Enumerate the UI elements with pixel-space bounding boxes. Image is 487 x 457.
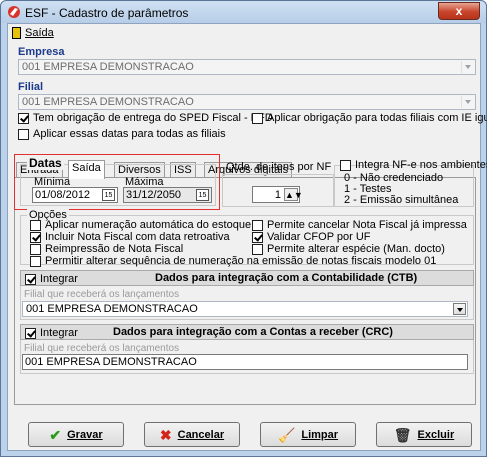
- window: ESF - Cadastro de parâmetros x Saída Emp…: [0, 0, 487, 457]
- apply-ie-label: Aplicar obrigação para todas filiais com…: [267, 112, 487, 124]
- checkbox-box: [30, 255, 41, 267]
- checkbox-box: [30, 219, 41, 231]
- apply-dates-label: Aplicar essas datas para todas as filiai…: [33, 128, 226, 140]
- trash-icon: 🗑: [393, 426, 412, 443]
- highlight-box: [14, 154, 220, 210]
- opt-retroactive-label: Incluir Nota Fiscal com data retroativa: [45, 231, 230, 243]
- stepper-arrows-icon[interactable]: ▲▼: [284, 188, 303, 201]
- delete-button[interactable]: 🗑 Excluir: [376, 422, 472, 447]
- opt-cancel-printed-label: Permite cancelar Nota Fiscal já impressa: [267, 219, 467, 231]
- opt-validate-cfop-label: Validar CFOP por UF: [267, 231, 371, 243]
- opt-change-sequence-label: Permitir alterar sequência de numeração …: [45, 255, 437, 267]
- ctb-integrar-label: Integrar: [40, 273, 78, 285]
- checkbox-box: [30, 243, 41, 255]
- cancel-label: Cancelar: [177, 428, 225, 441]
- sped-checkbox[interactable]: Tem obrigação de entrega do SPED Fiscal …: [18, 112, 273, 124]
- crc-filial-field[interactable]: 001 EMPRESA DEMONSTRACAO: [22, 354, 468, 370]
- opt-change-species-label: Permite alterar espécie (Man. docto): [267, 243, 445, 255]
- qtd-stepper[interactable]: 1 ▲▼: [252, 186, 303, 203]
- opt-cancel-printed[interactable]: Permite cancelar Nota Fiscal já impressa: [252, 219, 467, 231]
- opt-retroactive[interactable]: Incluir Nota Fiscal com data retroativa: [30, 231, 230, 243]
- exit-icon: [12, 27, 21, 39]
- checkbox-box: [252, 112, 263, 124]
- chevron-down-icon: [461, 96, 474, 108]
- clear-button[interactable]: 🧹 Limpar: [260, 422, 356, 447]
- ctb-header: Integrar Dados para integração com a Con…: [20, 270, 474, 286]
- title-bar: ESF - Cadastro de parâmetros x: [1, 1, 486, 23]
- cancel-button[interactable]: ✖ Cancelar: [144, 422, 240, 447]
- tab-saida-label: Saída: [72, 162, 101, 174]
- crc-filial-value: 001 EMPRESA DEMONSTRACAO: [25, 356, 197, 368]
- delete-label: Excluir: [417, 428, 455, 441]
- ctb-hint: Filial que receberá os lançamentos: [24, 289, 180, 300]
- client-area: Saída Empresa 001 EMPRESA DEMONSTRACAO F…: [7, 23, 487, 452]
- chevron-down-icon: [461, 61, 474, 73]
- qtd-value: 1: [274, 189, 281, 201]
- menu-exit[interactable]: Saída: [12, 26, 54, 40]
- checkbox-box: [18, 112, 29, 124]
- opt-auto-numbering[interactable]: Aplicar numeração automática do estoque: [30, 219, 251, 231]
- apply-dates-checkbox[interactable]: Aplicar essas datas para todas as filiai…: [18, 128, 226, 140]
- crc-integrar-label: Integrar: [40, 327, 78, 339]
- filial-value: 001 EMPRESA DEMONSTRACAO: [22, 96, 194, 108]
- nfe-checkbox[interactable]: Integra NF-e nos ambientes: [340, 159, 487, 171]
- crc-header: Integrar Dados para integração com a Con…: [20, 324, 474, 340]
- opt-change-species[interactable]: Permite alterar espécie (Man. docto): [252, 243, 445, 255]
- save-button[interactable]: ✔ Gravar: [28, 422, 124, 447]
- close-button[interactable]: x: [438, 2, 480, 20]
- save-label: Gravar: [67, 428, 103, 441]
- clear-label: Limpar: [301, 428, 339, 441]
- sped-label: Tem obrigação de entrega do SPED Fiscal …: [33, 112, 273, 124]
- opt-auto-numbering-label: Aplicar numeração automática do estoque: [45, 219, 252, 231]
- opt-reprint-label: Reimpressão de Nota Fiscal: [45, 243, 184, 255]
- crc-integrar-checkbox[interactable]: Integrar: [25, 327, 78, 339]
- tab-saida[interactable]: Saída: [68, 160, 105, 179]
- broom-icon: 🧹: [277, 426, 296, 443]
- opt-validate-cfop[interactable]: Validar CFOP por UF: [252, 231, 371, 243]
- checkbox-box: [252, 219, 263, 231]
- chevron-down-icon[interactable]: [453, 303, 466, 315]
- check-icon: ✔: [49, 426, 62, 443]
- close-icon: x: [455, 4, 463, 18]
- button-bar: ✔ Gravar ✖ Cancelar 🧹 Limpar 🗑 Excluir: [8, 420, 480, 452]
- checkbox-box: [25, 327, 36, 339]
- menu-exit-label: Saída: [25, 27, 54, 39]
- filial-select[interactable]: 001 EMPRESA DEMONSTRACAO: [18, 94, 476, 110]
- nfe-option-2: 2 - Emissão simultânea: [344, 194, 459, 206]
- ctb-title: Dados para integração com a Contabilidad…: [155, 272, 418, 284]
- ctb-integrar-checkbox[interactable]: Integrar: [25, 273, 78, 285]
- app-icon: [8, 6, 20, 18]
- checkbox-box: [18, 128, 29, 140]
- qtd-label: Qtde. de itens por NF: [226, 161, 332, 173]
- opt-change-sequence[interactable]: Permitir alterar sequência de numeração …: [30, 255, 436, 267]
- apply-ie-checkbox[interactable]: Aplicar obrigação para todas filiais com…: [252, 112, 487, 124]
- crc-hint: Filial que receberá os lançamentos: [24, 343, 180, 354]
- checkbox-box: [252, 231, 263, 243]
- empresa-label: Empresa: [18, 46, 65, 58]
- checkbox-box: [252, 243, 263, 255]
- ctb-filial-select[interactable]: 001 EMPRESA DEMONSTRACAO: [22, 301, 468, 317]
- crc-title: Dados para integração com a Contas a rec…: [113, 326, 393, 338]
- x-icon: ✖: [159, 426, 172, 443]
- empresa-select[interactable]: 001 EMPRESA DEMONSTRACAO: [18, 59, 476, 75]
- empresa-value: 001 EMPRESA DEMONSTRACAO: [22, 61, 194, 73]
- nfe-label: Integra NF-e nos ambientes: [355, 159, 487, 171]
- checkbox-box: [25, 273, 36, 285]
- menu-bar: Saída: [8, 24, 480, 42]
- checkbox-box: [30, 231, 41, 243]
- filial-label: Filial: [18, 81, 44, 93]
- ctb-filial-value: 001 EMPRESA DEMONSTRACAO: [26, 303, 198, 315]
- checkbox-box: [340, 159, 351, 171]
- window-title: ESF - Cadastro de parâmetros: [25, 6, 189, 20]
- opt-reprint[interactable]: Reimpressão de Nota Fiscal: [30, 243, 183, 255]
